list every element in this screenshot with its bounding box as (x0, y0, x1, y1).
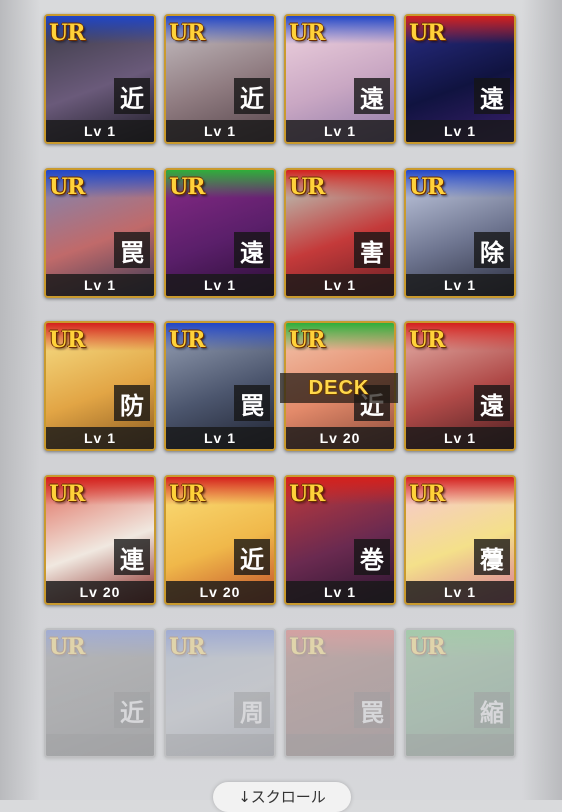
unit-type-label: 近 (234, 78, 270, 114)
unit-type-label: 罠 (354, 692, 390, 728)
level-label: Lv 1 (406, 581, 514, 603)
level-label: Lv 1 (46, 274, 154, 296)
unit-card[interactable]: UR 遠 Lv 1 (404, 321, 516, 451)
unit-type-label: 蘉 (474, 539, 510, 575)
deck-badge: DECK (280, 373, 398, 403)
rarity-label: UR (289, 634, 325, 660)
level-label: Lv 20 (46, 581, 154, 603)
unit-card[interactable]: UR 罠 Lv 1 (44, 168, 156, 298)
unit-type-label: 遠 (354, 78, 390, 114)
level-label: Lv 1 (46, 120, 154, 142)
rarity-label: UR (169, 634, 205, 660)
rarity-label: UR (409, 634, 445, 660)
unit-card[interactable]: UR 近 Lv 20 (164, 475, 276, 605)
rarity-label: UR (289, 481, 325, 507)
background-shade-right (522, 0, 562, 800)
level-label (286, 734, 394, 756)
rarity-label: UR (409, 481, 445, 507)
level-label: Lv 1 (406, 274, 514, 296)
level-label: Lv 1 (406, 120, 514, 142)
level-label: Lv 1 (166, 427, 274, 449)
level-label: Lv 20 (166, 581, 274, 603)
rarity-label: UR (49, 20, 85, 46)
unit-card[interactable]: UR 防 Lv 1 (44, 321, 156, 451)
unit-type-label: 遠 (474, 385, 510, 421)
rarity-label: UR (289, 174, 325, 200)
unit-card[interactable]: UR 遠 Lv 1 (284, 14, 396, 144)
unit-card[interactable]: UR 遠 Lv 1 (164, 168, 276, 298)
level-label: Lv 1 (286, 581, 394, 603)
unit-card[interactable]: UR 除 Lv 1 (404, 168, 516, 298)
level-label: Lv 1 (286, 274, 394, 296)
unit-card[interactable]: UR 蘉 Lv 1 (404, 475, 516, 605)
unit-type-label: 遠 (234, 232, 270, 268)
background-shade-left (0, 0, 40, 800)
rarity-label: UR (289, 327, 325, 353)
rarity-label: UR (49, 174, 85, 200)
level-label: Lv 1 (406, 427, 514, 449)
unit-card[interactable]: UR 害 Lv 1 (284, 168, 396, 298)
unit-type-label: 除 (474, 232, 510, 268)
unit-type-label: 巻 (354, 539, 390, 575)
rarity-label: UR (169, 174, 205, 200)
unit-type-label: 遠 (474, 78, 510, 114)
rarity-label: UR (49, 634, 85, 660)
rarity-label: UR (409, 20, 445, 46)
unit-type-label: 縮 (474, 692, 510, 728)
level-label (166, 734, 274, 756)
unit-card[interactable]: UR 縮 (404, 628, 516, 758)
rarity-label: UR (49, 327, 85, 353)
rarity-label: UR (409, 327, 445, 353)
level-label: Lv 1 (166, 274, 274, 296)
level-label: Lv 1 (46, 427, 154, 449)
unit-type-label: 害 (354, 232, 390, 268)
unit-card[interactable]: UR 遠 Lv 1 (404, 14, 516, 144)
unit-type-label: 罠 (234, 385, 270, 421)
level-label (406, 734, 514, 756)
level-label: Lv 1 (166, 120, 274, 142)
unit-type-label: 周 (234, 692, 270, 728)
unit-type-label: 連 (114, 539, 150, 575)
unit-card[interactable]: UR 近 (44, 628, 156, 758)
unit-type-label: 防 (114, 385, 150, 421)
rarity-label: UR (169, 481, 205, 507)
rarity-label: UR (289, 20, 325, 46)
unit-card[interactable]: UR 連 Lv 20 (44, 475, 156, 605)
level-label: Lv 20 (286, 427, 394, 449)
rarity-label: UR (409, 174, 445, 200)
unit-type-label: 近 (114, 692, 150, 728)
unit-type-label: 罠 (114, 232, 150, 268)
level-label: Lv 1 (286, 120, 394, 142)
unit-type-label: 近 (114, 78, 150, 114)
unit-type-label: 近 (234, 539, 270, 575)
scroll-hint[interactable]: ↓スクロール (213, 782, 351, 812)
rarity-label: UR (169, 327, 205, 353)
unit-card[interactable]: UR 巻 Lv 1 (284, 475, 396, 605)
unit-card[interactable]: UR 周 (164, 628, 276, 758)
rarity-label: UR (49, 481, 85, 507)
level-label (46, 734, 154, 756)
unit-card[interactable]: UR 近 Lv 1 (164, 14, 276, 144)
unit-card[interactable]: UR 罠 (284, 628, 396, 758)
unit-card[interactable]: UR 近 Lv 1 (44, 14, 156, 144)
unit-card[interactable]: UR 罠 Lv 1 (164, 321, 276, 451)
rarity-label: UR (169, 20, 205, 46)
